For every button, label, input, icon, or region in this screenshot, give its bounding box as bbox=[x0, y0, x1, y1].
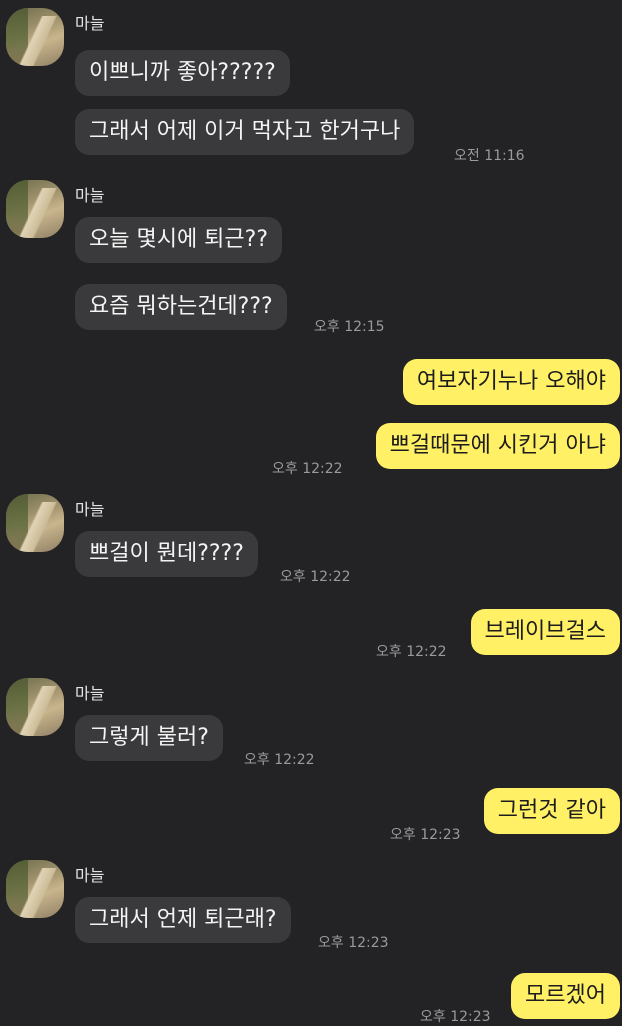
message-time: 오후 12:23 bbox=[318, 935, 389, 951]
sender-name: 마늘 bbox=[75, 14, 105, 33]
avatar[interactable] bbox=[6, 180, 64, 238]
incoming-message[interactable]: 요즘 뭐하는건데??? bbox=[75, 284, 287, 330]
sender-name: 마늘 bbox=[75, 866, 105, 885]
avatar[interactable] bbox=[6, 678, 64, 736]
outgoing-message[interactable]: 여보자기누나 오해야 bbox=[402, 359, 620, 405]
sender-name: 마늘 bbox=[75, 684, 105, 703]
incoming-message[interactable]: 쁘걸이 뭔데???? bbox=[75, 531, 258, 577]
avatar[interactable] bbox=[6, 494, 64, 552]
incoming-message[interactable]: 오늘 몇시에 퇴근?? bbox=[75, 217, 283, 263]
outgoing-message[interactable]: 모르겠어 bbox=[511, 973, 620, 1019]
incoming-message[interactable]: 이쁘니까 좋아????? bbox=[75, 50, 290, 96]
avatar[interactable] bbox=[6, 860, 64, 918]
incoming-message[interactable]: 그렇게 불러? bbox=[75, 715, 223, 761]
sender-name: 마늘 bbox=[75, 186, 105, 205]
message-time: 오후 12:22 bbox=[376, 644, 447, 660]
sender-name: 마늘 bbox=[75, 500, 105, 519]
message-time: 오후 12:23 bbox=[420, 1009, 491, 1025]
message-time: 오후 12:15 bbox=[314, 319, 385, 335]
incoming-message[interactable]: 그래서 언제 퇴근래? bbox=[75, 897, 291, 943]
outgoing-message[interactable]: 그런것 같아 bbox=[483, 788, 620, 834]
message-time: 오후 12:22 bbox=[272, 461, 343, 477]
outgoing-message[interactable]: 쁘걸때문에 시킨거 아냐 bbox=[375, 423, 620, 469]
message-time: 오후 12:22 bbox=[244, 752, 315, 768]
avatar[interactable] bbox=[6, 8, 64, 66]
message-time: 오전 11:16 bbox=[454, 148, 525, 164]
incoming-message[interactable]: 그래서 어제 이거 먹자고 한거구나 bbox=[75, 109, 415, 155]
message-time: 오후 12:22 bbox=[280, 569, 351, 585]
message-time: 오후 12:23 bbox=[390, 827, 461, 843]
outgoing-message[interactable]: 브레이브걸스 bbox=[470, 609, 620, 655]
